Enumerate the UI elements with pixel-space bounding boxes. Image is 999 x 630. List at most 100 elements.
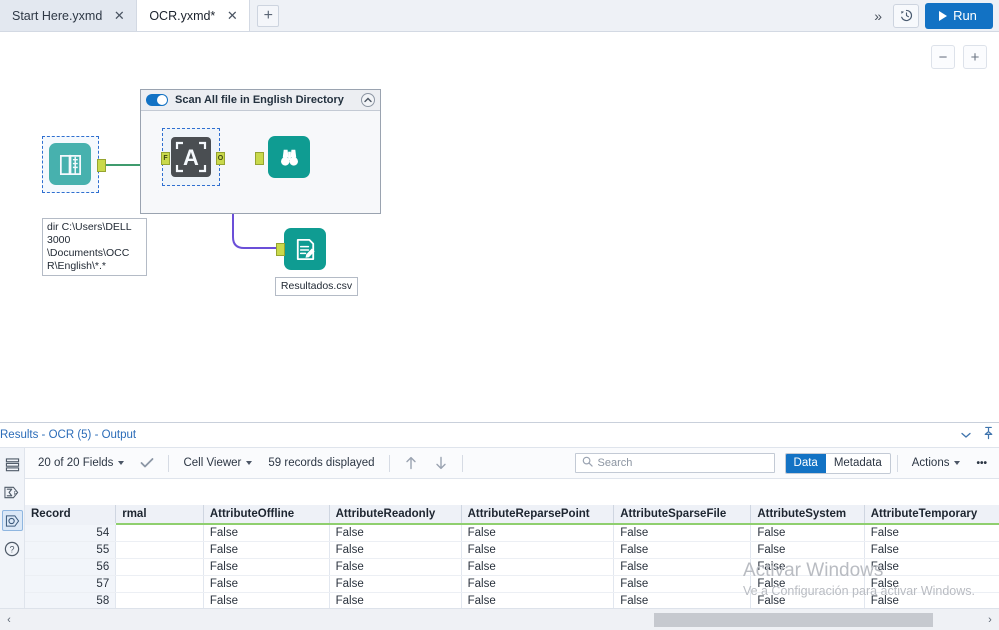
more-tabs-icon[interactable]: » bbox=[868, 8, 887, 24]
formula-sigma-icon[interactable]: F bbox=[2, 482, 23, 503]
tab-label: OCR.yxmd* bbox=[149, 9, 215, 23]
table-row[interactable]: 58 False False False False False False [… bbox=[25, 592, 999, 608]
tab-start-here[interactable]: Start Here.yxmd ✕ bbox=[0, 0, 137, 31]
cell-attributenormal bbox=[116, 558, 204, 575]
input-anchor[interactable] bbox=[276, 243, 285, 256]
search-input[interactable]: Search bbox=[575, 453, 775, 473]
column-header-attributetemporary[interactable]: AttributeTemporary bbox=[864, 505, 999, 524]
run-button[interactable]: Run bbox=[925, 3, 993, 29]
plus-icon: + bbox=[257, 5, 279, 27]
column-header-attributesystem[interactable]: AttributeSystem bbox=[751, 505, 864, 524]
check-icon[interactable] bbox=[132, 457, 162, 469]
cell-attributesparsefile: False bbox=[614, 541, 751, 558]
actions-dropdown[interactable]: Actions bbox=[904, 457, 969, 469]
close-icon[interactable]: ✕ bbox=[112, 9, 126, 22]
tool-blob-convert[interactable] bbox=[256, 136, 310, 178]
svg-text:F: F bbox=[14, 491, 18, 497]
selection-outline bbox=[162, 128, 220, 186]
results-grid-wrapper[interactable]: Record rmal AttributeOffline AttributeRe… bbox=[25, 505, 999, 608]
fields-label: 20 of 20 Fields bbox=[38, 457, 113, 469]
cell-viewer-selector[interactable]: Cell Viewer bbox=[175, 457, 260, 469]
tab-ocr[interactable]: OCR.yxmd* ✕ bbox=[137, 0, 250, 31]
tool-directory[interactable]: dir C:\Users\DELL 3000 \Documents\OCC R\… bbox=[44, 138, 91, 185]
horizontal-scrollbar[interactable]: ‹ › bbox=[0, 608, 999, 630]
column-header-attributeoffline[interactable]: AttributeOffline bbox=[203, 505, 329, 524]
table-header-row: Record rmal AttributeOffline AttributeRe… bbox=[25, 505, 999, 524]
results-title-actions bbox=[960, 426, 999, 445]
divider bbox=[462, 455, 463, 472]
column-header-attributereadonly[interactable]: AttributeReadonly bbox=[329, 505, 461, 524]
divider bbox=[168, 455, 169, 472]
data-list-icon[interactable] bbox=[2, 454, 23, 475]
tab-label: Start Here.yxmd bbox=[12, 9, 102, 23]
cell-attributenormal bbox=[116, 524, 204, 541]
cell-attributereparsepoint: False bbox=[461, 592, 614, 608]
tool-ocr[interactable]: A F O bbox=[165, 131, 211, 177]
cell-attributereparsepoint: False bbox=[461, 558, 614, 575]
cell-record: 56 bbox=[25, 558, 116, 575]
cell-attributenormal bbox=[116, 575, 204, 592]
tool-container[interactable]: Scan All file in English Directory A bbox=[140, 89, 381, 214]
cell-attributesystem: False bbox=[751, 541, 864, 558]
cell-record: 58 bbox=[25, 592, 116, 608]
table-row[interactable]: 57 False False False False False False [… bbox=[25, 575, 999, 592]
scroll-left-icon[interactable]: ‹ bbox=[0, 614, 18, 626]
results-icon-rail: F ? bbox=[0, 448, 25, 608]
results-title-row: Results - OCR (5) - Output bbox=[0, 423, 999, 448]
output-anchor-icon[interactable] bbox=[2, 510, 23, 531]
help-question-icon[interactable]: ? bbox=[2, 538, 23, 559]
history-icon[interactable] bbox=[893, 4, 919, 28]
cell-attributesparsefile: False bbox=[614, 575, 751, 592]
column-header-attributesparsefile[interactable]: AttributeSparseFile bbox=[614, 505, 751, 524]
cell-attributeoffline: False bbox=[203, 541, 329, 558]
chevron-down-icon bbox=[246, 461, 252, 465]
cell-viewer-label: Cell Viewer bbox=[183, 457, 241, 469]
output-csv-icon bbox=[284, 228, 326, 270]
new-tab-button[interactable]: + bbox=[250, 0, 286, 31]
chevron-down-icon[interactable] bbox=[960, 426, 972, 444]
cell-attributetemporary: False bbox=[864, 541, 999, 558]
input-anchor[interactable] bbox=[255, 152, 264, 165]
chevron-down-icon bbox=[118, 461, 124, 465]
cell-attributereparsepoint: False bbox=[461, 541, 614, 558]
fields-selector[interactable]: 20 of 20 Fields bbox=[30, 457, 132, 469]
input-anchor[interactable]: F bbox=[161, 152, 170, 165]
scrollbar-track[interactable] bbox=[18, 613, 981, 627]
tool-container-body[interactable]: A F O bbox=[141, 111, 380, 213]
workflow-canvas[interactable]: − + dir C:\Us bbox=[0, 32, 999, 422]
pin-icon[interactable] bbox=[982, 426, 995, 445]
cell-attributetemporary: False bbox=[864, 558, 999, 575]
close-icon[interactable]: ✕ bbox=[225, 9, 239, 22]
arrow-up-icon[interactable] bbox=[396, 455, 426, 471]
column-header-record[interactable]: Record bbox=[25, 505, 116, 524]
cell-record: 55 bbox=[25, 541, 116, 558]
results-panel: Results - OCR (5) - Output 20 of 20 Fiel… bbox=[0, 422, 999, 630]
data-metadata-toggle: Data Metadata bbox=[785, 453, 891, 474]
cell-attributeoffline: False bbox=[203, 524, 329, 541]
chevron-up-icon[interactable] bbox=[361, 93, 375, 107]
svg-text:?: ? bbox=[9, 544, 14, 554]
arrow-down-icon[interactable] bbox=[426, 455, 456, 471]
tab-data[interactable]: Data bbox=[786, 454, 826, 473]
tool-output-csv[interactable]: Resultados.csv bbox=[284, 228, 326, 270]
cell-attributetemporary: False bbox=[864, 524, 999, 541]
formula-sigma-icon-glyph: F bbox=[4, 485, 20, 500]
arrow-up-icon-glyph bbox=[404, 455, 418, 471]
help-question-icon-glyph: ? bbox=[4, 541, 20, 557]
cell-attributereadonly: False bbox=[329, 524, 461, 541]
table-row[interactable]: 55 False False False False False False [… bbox=[25, 541, 999, 558]
tab-metadata[interactable]: Metadata bbox=[826, 454, 890, 473]
table-row[interactable]: 54 False False False False False False [… bbox=[25, 524, 999, 541]
container-enable-toggle[interactable] bbox=[146, 94, 168, 106]
table-row[interactable]: 56 False False False False False False [… bbox=[25, 558, 999, 575]
cell-attributesystem: False bbox=[751, 524, 864, 541]
output-anchor[interactable] bbox=[97, 159, 106, 172]
cell-record: 57 bbox=[25, 575, 116, 592]
scroll-right-icon[interactable]: › bbox=[981, 614, 999, 626]
column-header-attributereparsepoint[interactable]: AttributeReparsePoint bbox=[461, 505, 614, 524]
overflow-menu-icon[interactable]: ••• bbox=[968, 458, 999, 469]
output-anchor[interactable]: O bbox=[216, 152, 225, 165]
column-header-attributenormal[interactable]: rmal bbox=[116, 505, 204, 524]
cell-attributereparsepoint: False bbox=[461, 524, 614, 541]
scrollbar-thumb[interactable] bbox=[654, 613, 933, 627]
